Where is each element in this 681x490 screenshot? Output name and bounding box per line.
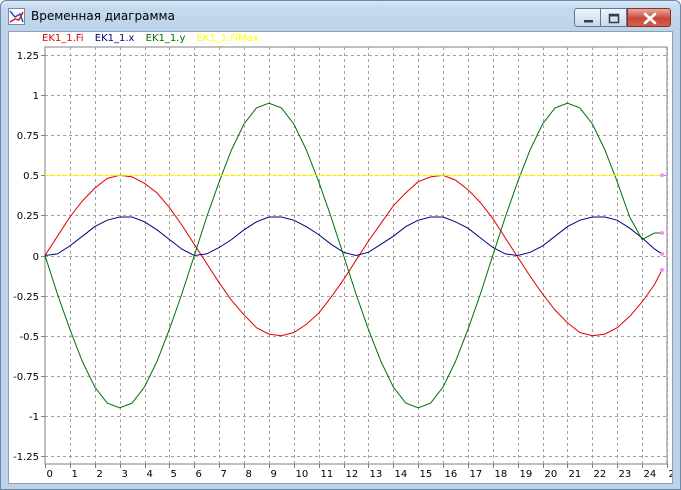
series-line-2 xyxy=(44,102,662,409)
x-tick-label: 16 xyxy=(445,469,458,480)
x-tick-label: 4 xyxy=(147,469,153,480)
maximize-icon xyxy=(608,13,620,24)
x-tick-label: 12 xyxy=(346,469,359,480)
x-tick-label: 10 xyxy=(296,469,309,480)
y-tick-label: 0 xyxy=(33,252,39,263)
y-tick-label: -1 xyxy=(29,412,39,423)
x-tick-label: 15 xyxy=(420,469,433,480)
x-tick-label: 2 xyxy=(669,469,673,480)
minimize-button[interactable] xyxy=(574,8,601,27)
x-tick-label: 14 xyxy=(395,469,408,480)
x-tick-label: 11 xyxy=(321,469,334,480)
x-tick-label: 1 xyxy=(72,469,78,480)
x-tick-label: 3 xyxy=(122,469,128,480)
window-title: Временная диаграмма xyxy=(31,9,175,23)
y-tick-label: 0.75 xyxy=(17,131,39,142)
x-tick-label: 13 xyxy=(370,469,383,480)
minimize-icon xyxy=(584,20,593,23)
x-tick-label: 18 xyxy=(495,469,508,480)
close-button[interactable] xyxy=(627,8,671,27)
x-tick-label: 21 xyxy=(569,469,582,480)
y-tick-label: 0.5 xyxy=(23,171,39,182)
title-bar[interactable]: Временная диаграмма xyxy=(1,1,680,31)
x-tick-label: 23 xyxy=(619,469,632,480)
y-tick-label: -0.5 xyxy=(19,332,39,343)
chart-app-icon xyxy=(8,8,25,25)
x-tick-label: 24 xyxy=(644,469,657,480)
x-tick-label: 7 xyxy=(221,469,227,480)
chart-area[interactable]: EK1_1.Fi EK1_1.x EK1_1.y EK1_1.FiMax 012… xyxy=(8,31,673,484)
x-tick-label: 19 xyxy=(520,469,533,480)
y-tick-label: 1 xyxy=(33,91,39,102)
x-tick-label: 5 xyxy=(171,469,177,480)
series-line-0 xyxy=(44,174,663,337)
x-tick-label: 17 xyxy=(470,469,483,480)
series-end-marker-3 xyxy=(660,173,665,178)
y-tick-label: -0.25 xyxy=(13,292,39,303)
time-diagram-chart: 0 1 2 3 4 5 6 7 8 9 10 11 12 13 14 15 16 17 18 19 20 21 22 23 24… xyxy=(13,46,673,480)
y-tick-label: -1.25 xyxy=(13,452,39,463)
x-tick-label: 20 xyxy=(545,469,558,480)
x-tick-label: 6 xyxy=(196,469,202,480)
close-icon xyxy=(643,12,657,25)
series-line-1 xyxy=(44,216,663,257)
y-tick-label: 1.25 xyxy=(17,51,39,62)
x-tick-label: 22 xyxy=(594,469,607,480)
x-tick-label: 2 xyxy=(97,469,103,480)
series-end-marker-1 xyxy=(660,251,665,256)
maximize-button[interactable] xyxy=(601,8,627,27)
chart-window: Временная диаграмма EK1_1.Fi EK1_1.x EK1… xyxy=(0,0,681,490)
series-end-marker-2 xyxy=(660,231,665,236)
x-tick-label: 9 xyxy=(271,469,277,480)
x-tick-label: 0 xyxy=(47,469,53,480)
series-end-marker-0 xyxy=(660,267,665,272)
y-tick-label: 0.25 xyxy=(17,211,39,222)
x-tick-label: 8 xyxy=(246,469,252,480)
y-tick-label: -0.75 xyxy=(13,372,39,383)
